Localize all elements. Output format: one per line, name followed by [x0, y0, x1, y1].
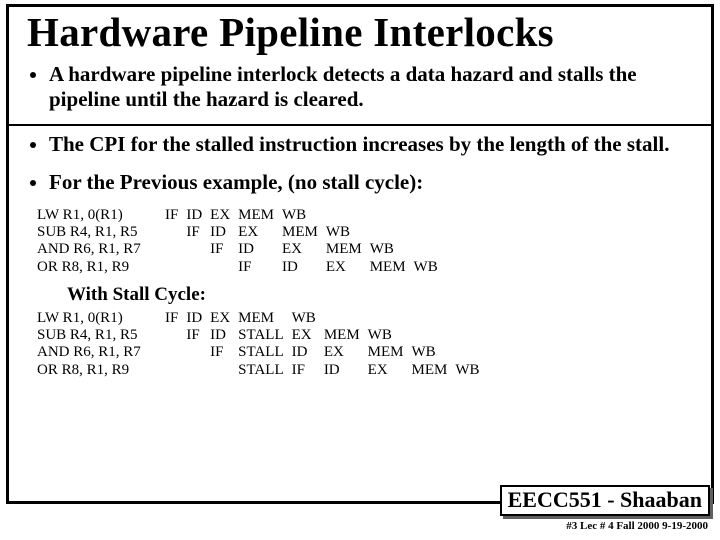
stage-cell [370, 224, 414, 241]
page-title: Hardware Pipeline Interlocks [27, 7, 697, 56]
footer-course-box: EECC551 - Shaaban [500, 485, 710, 516]
stage-cell [186, 259, 210, 276]
stage-cell: WB [368, 327, 412, 344]
stage-cell [165, 362, 186, 379]
stage-cell: MEM [370, 259, 414, 276]
bullet-item: A hardware pipeline interlock detects a … [49, 62, 697, 112]
slide-frame: Hardware Pipeline Interlocks A hardware … [6, 4, 714, 504]
stage-cell [165, 224, 186, 241]
divider [9, 124, 711, 126]
pipeline-table-nostall: LW R1, 0(R1) IF ID EX MEM WB SUB R4, R1,… [37, 207, 446, 276]
stage-cell: MEM [412, 362, 456, 379]
stage-cell [455, 344, 487, 361]
stage-cell [165, 241, 186, 258]
stage-cell: IF [292, 362, 324, 379]
stage-cell: STALL [238, 327, 291, 344]
stage-cell: EX [292, 327, 324, 344]
stage-cell: IF [210, 344, 238, 361]
stage-cell [414, 241, 446, 258]
stage-cell: ID [210, 224, 238, 241]
stage-cell: EX [210, 207, 238, 224]
stage-cell: EX [210, 310, 238, 327]
table-row: AND R6, R1, R7 IF ID EX MEM WB [37, 241, 446, 258]
stage-cell: WB [412, 344, 456, 361]
stage-cell: IF [186, 224, 210, 241]
instr-cell: AND R6, R1, R7 [37, 344, 165, 361]
stage-cell [455, 327, 487, 344]
stage-cell [455, 310, 487, 327]
stage-cell: IF [165, 207, 186, 224]
instr-cell: AND R6, R1, R7 [37, 241, 165, 258]
table-row: LW R1, 0(R1) IF ID EX MEM WB [37, 310, 488, 327]
stage-cell: IF [210, 241, 238, 258]
stage-cell [210, 362, 238, 379]
bullet-item: The CPI for the stalled instruction incr… [49, 132, 697, 157]
stage-cell [368, 310, 412, 327]
stage-cell: WB [455, 362, 487, 379]
instr-cell: OR R8, R1, R9 [37, 259, 165, 276]
stage-cell: EX [238, 224, 282, 241]
table-row: SUB R4, R1, R5 IF ID STALL EX MEM WB [37, 327, 488, 344]
stage-cell: ID [210, 327, 238, 344]
stage-cell: MEM [282, 224, 326, 241]
stage-cell [324, 310, 368, 327]
stage-cell: EX [326, 259, 370, 276]
stage-cell [414, 207, 446, 224]
stage-cell [210, 259, 238, 276]
stage-cell: IF [238, 259, 282, 276]
bullet-list: A hardware pipeline interlock detects a … [27, 62, 697, 112]
stage-cell: MEM [324, 327, 368, 344]
stage-cell: WB [414, 259, 446, 276]
bullet-item: For the Previous example, (no stall cycl… [49, 170, 697, 195]
stage-cell: MEM [238, 207, 282, 224]
table-row: LW R1, 0(R1) IF ID EX MEM WB [37, 207, 446, 224]
stage-cell [186, 344, 210, 361]
stage-cell: WB [326, 224, 370, 241]
stage-cell: MEM [326, 241, 370, 258]
stage-cell: EX [368, 362, 412, 379]
stage-cell: ID [324, 362, 368, 379]
stage-cell [165, 344, 186, 361]
slide: Hardware Pipeline Interlocks A hardware … [0, 0, 720, 540]
stage-cell: MEM [238, 310, 291, 327]
stage-cell: ID [292, 344, 324, 361]
stage-cell [326, 207, 370, 224]
stage-cell: IF [165, 310, 186, 327]
stage-cell [186, 241, 210, 258]
stage-cell: ID [238, 241, 282, 258]
footer-lecture-info: #3 Lec # 4 Fall 2000 9-19-2000 [566, 520, 708, 532]
stage-cell: ID [282, 259, 326, 276]
pipeline-table-stall: LW R1, 0(R1) IF ID EX MEM WB SUB R4, R1,… [37, 310, 488, 379]
stage-cell: ID [186, 207, 210, 224]
stage-cell [165, 259, 186, 276]
stage-cell: WB [282, 207, 326, 224]
stage-cell [186, 362, 210, 379]
stage-cell [414, 224, 446, 241]
stage-cell: WB [292, 310, 324, 327]
instr-cell: SUB R4, R1, R5 [37, 327, 165, 344]
stage-cell [412, 327, 456, 344]
stage-cell: WB [370, 241, 414, 258]
stage-cell [412, 310, 456, 327]
stage-cell: IF [186, 327, 210, 344]
stage-cell: STALL [238, 344, 291, 361]
stage-cell: ID [186, 310, 210, 327]
stage-cell: EX [324, 344, 368, 361]
table-row: OR R8, R1, R9 STALL IF ID EX MEM WB [37, 362, 488, 379]
table-row: OR R8, R1, R9 IF ID EX MEM WB [37, 259, 446, 276]
table-row: SUB R4, R1, R5 IF ID EX MEM WB [37, 224, 446, 241]
instr-cell: LW R1, 0(R1) [37, 310, 165, 327]
bullet-list: The CPI for the stalled instruction incr… [27, 132, 697, 194]
stage-cell: STALL [238, 362, 291, 379]
subheading-stall: With Stall Cycle: [67, 284, 697, 306]
instr-cell: SUB R4, R1, R5 [37, 224, 165, 241]
table-row: AND R6, R1, R7 IF STALL ID EX MEM WB [37, 344, 488, 361]
stage-cell: MEM [368, 344, 412, 361]
instr-cell: LW R1, 0(R1) [37, 207, 165, 224]
stage-cell [370, 207, 414, 224]
instr-cell: OR R8, R1, R9 [37, 362, 165, 379]
stage-cell: EX [282, 241, 326, 258]
stage-cell [165, 327, 186, 344]
